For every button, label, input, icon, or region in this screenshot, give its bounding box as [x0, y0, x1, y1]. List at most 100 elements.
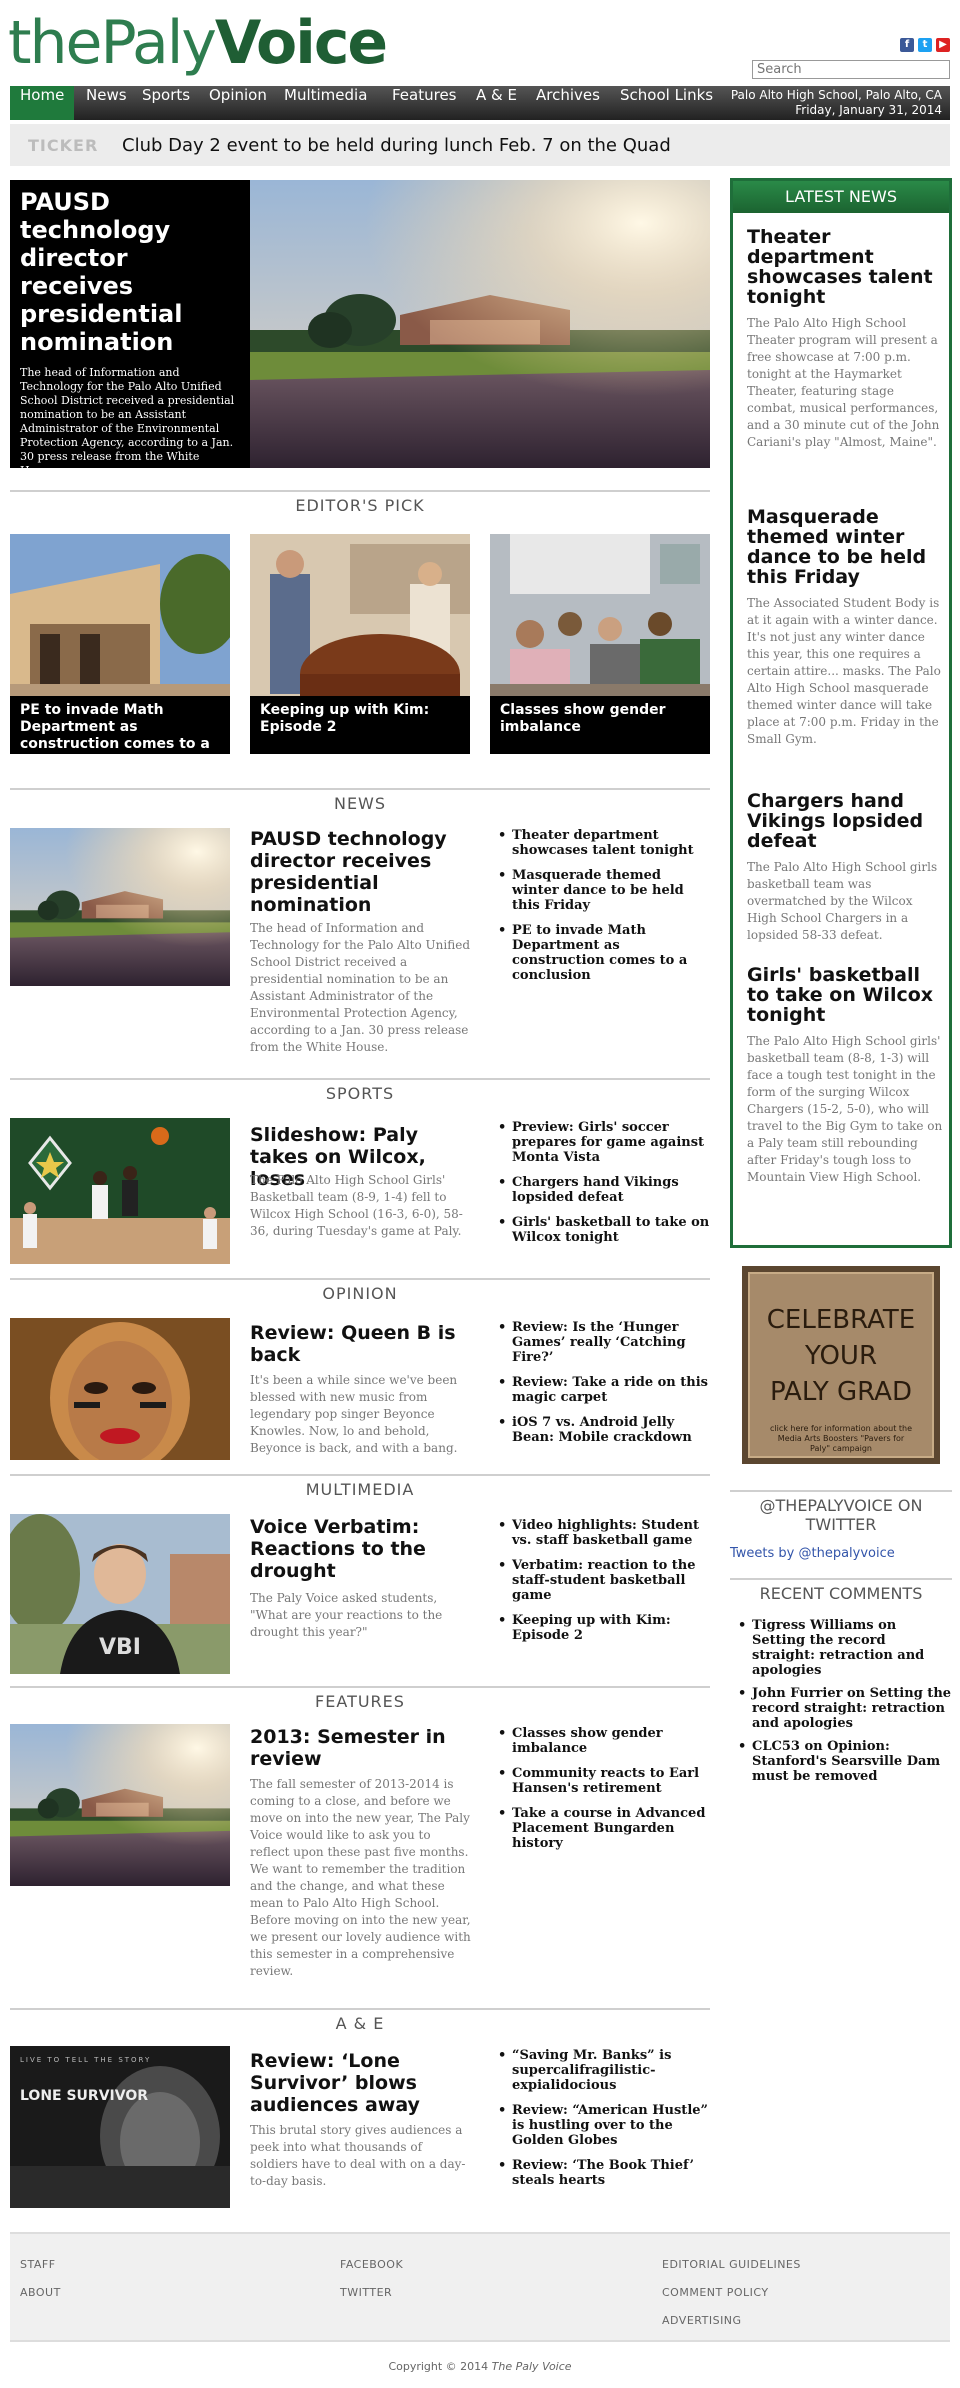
facebook-icon[interactable]: f [900, 38, 914, 52]
logo-voice: Voice [214, 8, 388, 78]
twitter-icon[interactable]: t [918, 38, 932, 52]
svg-text:LIVE TO TELL THE STORY: LIVE TO TELL THE STORY [20, 2056, 151, 2064]
latest-news-item[interactable]: Theater department showcases talent toni… [747, 227, 943, 451]
youtube-icon[interactable]: ▶ [936, 38, 950, 52]
tweets-link[interactable]: Tweets by @thepalyvoice [730, 1546, 895, 1561]
copyright: Copyright © 2014 The Paly Voice [0, 2360, 960, 2373]
footer-link-facebook[interactable]: FACEBOOK [340, 2258, 403, 2271]
opinion-thumbnail[interactable] [10, 1318, 230, 1460]
ae-excerpt: This brutal story gives audiences a peek… [250, 2123, 466, 2188]
latest-news-title[interactable]: Chargers hand Vikings lopsided defeat [747, 791, 943, 851]
related-link[interactable]: Masquerade themed winter dance to be hel… [496, 868, 710, 913]
related-link[interactable]: PE to invade Math Department as construc… [496, 923, 710, 983]
ae-thumbnail[interactable]: LIVE TO TELL THE STORY LONE SURVIVOR [10, 2046, 230, 2208]
news-excerpt: The head of Information and Technology f… [250, 921, 470, 1054]
latest-news-excerpt: The Palo Alto High School Theater progra… [747, 316, 940, 449]
latest-news-title[interactable]: Masquerade themed winter dance to be hel… [747, 507, 943, 587]
opinion-title[interactable]: Review: Queen B is back [250, 1322, 472, 1366]
nav-features[interactable]: Features [382, 86, 467, 120]
nav-school-links[interactable]: School Links [610, 86, 723, 120]
nav-archives[interactable]: Archives [526, 86, 610, 120]
location-date: Palo Alto High School, Palo Alto, CA Fri… [731, 88, 942, 118]
related-link[interactable]: Review: Take a ride on this magic carpet [496, 1375, 710, 1405]
related-link[interactable]: Review: “American Hustle” is hustling ov… [496, 2103, 710, 2148]
related-link[interactable]: “Saving Mr. Banks” is supercalifragilist… [496, 2048, 710, 2093]
copyright-prefix: Copyright © 2014 [388, 2360, 492, 2373]
nav-news[interactable]: News [76, 86, 137, 120]
latest-news-heading: LATEST NEWS [733, 181, 949, 213]
sports-related-list: Preview: Girls' soccer prepares for game… [496, 1120, 710, 1255]
features-title[interactable]: 2013: Semester in review [250, 1726, 472, 1770]
sports-excerpt: The Palo Alto High School Girls' Basketb… [250, 1173, 463, 1238]
related-link[interactable]: iOS 7 vs. Android Jelly Bean: Mobile cra… [496, 1415, 710, 1445]
hero-photo[interactable] [250, 180, 710, 468]
ticker-text[interactable]: Club Day 2 event to be held during lunch… [122, 135, 671, 156]
related-link[interactable]: Girls' basketball to take on Wilcox toni… [496, 1215, 710, 1245]
nav-multimedia[interactable]: Multimedia [274, 86, 377, 120]
latest-news-item[interactable]: Masquerade themed winter dance to be hel… [747, 507, 943, 748]
sports-thumbnail[interactable] [10, 1118, 230, 1264]
site-logo[interactable]: thePalyVoice [8, 8, 568, 84]
news-thumbnail[interactable] [10, 828, 230, 986]
ticker-label: TICKER [28, 136, 99, 155]
logo-the: the [8, 8, 102, 78]
multimedia-heading: MULTIMEDIA [10, 1474, 710, 1500]
pick-caption: Classes show gender imbalance [490, 696, 710, 754]
ad-small-text: click here for information about the Med… [770, 1424, 912, 1453]
ae-title[interactable]: Review: ‘Lone Survivor’ blows audiences … [250, 2050, 472, 2116]
related-link[interactable]: Keeping up with Kim: Episode 2 [496, 1613, 710, 1643]
comment-link[interactable]: John Furrier on Setting the record strai… [730, 1686, 952, 1731]
search-input[interactable] [752, 60, 950, 79]
svg-text:VBI: VBI [99, 1635, 141, 1660]
related-link[interactable]: Verbatim: reaction to the staff-student … [496, 1558, 710, 1603]
hero-title[interactable]: PAUSD technology director receives presi… [20, 188, 240, 356]
nav-ae[interactable]: A & E [466, 86, 527, 120]
footer-link-staff[interactable]: STAFF [20, 2258, 56, 2271]
multimedia-thumbnail[interactable]: VBI [10, 1514, 230, 1674]
latest-news-item[interactable]: Chargers hand Vikings lopsided defeat Th… [747, 791, 943, 944]
editors-pick-item[interactable]: PE to invade Math Department as construc… [10, 534, 240, 754]
comment-link[interactable]: CLC53 on Opinion: Stanford's Searsville … [730, 1739, 952, 1784]
nav-home[interactable]: Home [10, 86, 75, 120]
related-link[interactable]: Review: ‘The Book Thief’ steals hearts [496, 2158, 710, 2188]
footer-link-twitter[interactable]: TWITTER [340, 2286, 392, 2299]
latest-news-title[interactable]: Girls' basketball to take on Wilcox toni… [747, 965, 943, 1025]
ad-line-1: CELEBRATE [766, 1305, 916, 1335]
nav-opinion[interactable]: Opinion [199, 86, 277, 120]
related-link[interactable]: Preview: Girls' soccer prepares for game… [496, 1120, 710, 1165]
opinion-related-list: Review: Is the ‘Hunger Games’ really ‘Ca… [496, 1320, 710, 1455]
related-link[interactable]: Video highlights: Student vs. staff bask… [496, 1518, 710, 1548]
related-link[interactable]: Theater department showcases talent toni… [496, 828, 710, 858]
comment-link[interactable]: Tigress Williams on Setting the record s… [730, 1618, 952, 1678]
related-link[interactable]: Chargers hand Vikings lopsided defeat [496, 1175, 710, 1205]
hero-text-panel[interactable]: PAUSD technology director receives presi… [10, 180, 250, 468]
related-link[interactable]: Classes show gender imbalance [496, 1726, 710, 1756]
ae-heading: A & E [10, 2008, 710, 2034]
editors-pick-item[interactable]: Keeping up with Kim: Episode 2 [250, 534, 470, 754]
editors-pick-item[interactable]: Classes show gender imbalance [490, 534, 710, 754]
features-thumbnail[interactable] [10, 1724, 230, 1886]
nav-sports[interactable]: Sports [132, 86, 200, 120]
related-link[interactable]: Community reacts to Earl Hansen's retire… [496, 1766, 710, 1796]
footer-link-comment-policy[interactable]: COMMENT POLICY [662, 2286, 769, 2299]
pick-caption: PE to invade Math Department as construc… [10, 696, 230, 754]
copyright-name: The Paly Voice [491, 2360, 572, 2373]
footer-link-about[interactable]: ABOUT [20, 2286, 61, 2299]
multimedia-title[interactable]: Voice Verbatim: Reactions to the drought [250, 1516, 472, 1582]
multimedia-excerpt: The Paly Voice asked students, "What are… [250, 1591, 443, 1639]
footer-link-advertising[interactable]: ADVERTISING [662, 2314, 742, 2327]
latest-news-title[interactable]: Theater department showcases talent toni… [747, 227, 943, 307]
footer-link-editorial-guidelines[interactable]: EDITORIAL GUIDELINES [662, 2258, 801, 2271]
logo-paly: Paly [100, 8, 216, 78]
news-title[interactable]: PAUSD technology director receives presi… [250, 828, 472, 916]
celebrate-grad-ad[interactable]: CELEBRATE YOUR PALY GRAD click here for … [742, 1266, 940, 1464]
latest-news-item[interactable]: Girls' basketball to take on Wilcox toni… [747, 965, 943, 1186]
related-link[interactable]: Review: Is the ‘Hunger Games’ really ‘Ca… [496, 1320, 710, 1365]
ad-line-2: YOUR [804, 1341, 878, 1371]
opinion-excerpt: It's been a while since we've been bless… [250, 1373, 458, 1455]
ae-related-list: “Saving Mr. Banks” is supercalifragilist… [496, 2048, 710, 2198]
latest-news-widget: LATEST NEWS Theater department showcases… [730, 178, 952, 1248]
ad-line-3: PALY GRAD [770, 1377, 912, 1407]
features-heading: FEATURES [10, 1686, 710, 1712]
related-link[interactable]: Take a course in Advanced Placement Bung… [496, 1806, 710, 1851]
